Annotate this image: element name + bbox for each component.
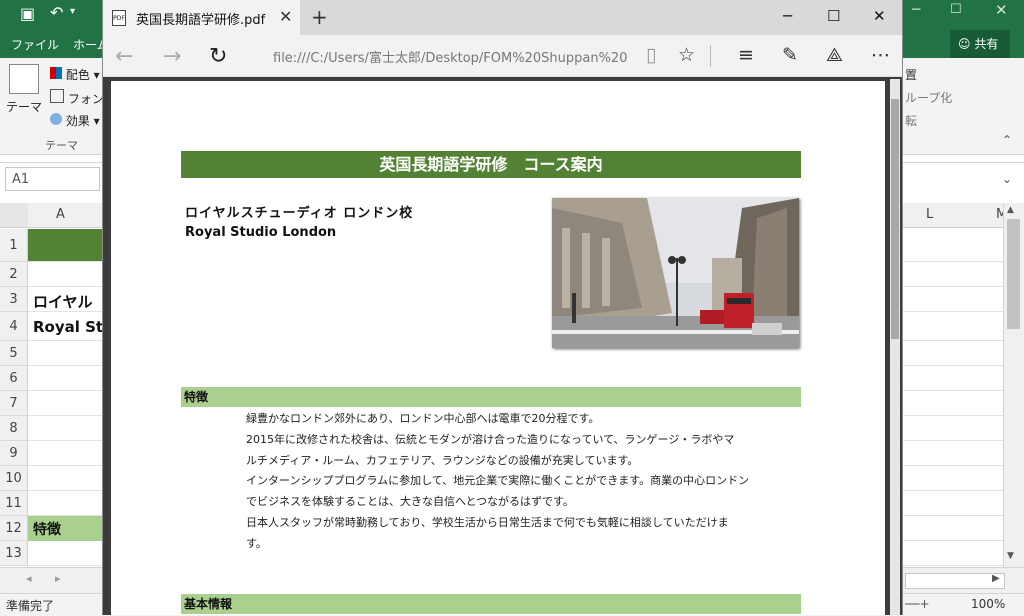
- row-header[interactable]: 10: [0, 466, 28, 491]
- theme-group-label: テーマ: [45, 139, 78, 152]
- palette-icon: [50, 67, 62, 79]
- close-window-icon[interactable]: ✕: [873, 7, 886, 25]
- tab-close-icon[interactable]: ✕: [279, 7, 292, 26]
- pdf-file-icon: PDF: [112, 10, 126, 26]
- minimize-icon[interactable]: ─: [912, 2, 920, 18]
- theme-label: テーマ: [6, 100, 43, 114]
- row-header[interactable]: 8: [0, 416, 28, 441]
- undo-dropdown-icon[interactable]: ▾: [70, 6, 75, 17]
- save-icon[interactable]: ▣: [20, 4, 35, 23]
- browser-window: PDF 英国長期語学研修.pdf ✕ + ─ ☐ ✕ ← → ↻ file://…: [102, 0, 903, 615]
- vertical-scrollbar[interactable]: ▲ ▼: [1003, 203, 1024, 567]
- hub-icon[interactable]: ≡: [738, 44, 754, 66]
- document-title: 英国長期語学研修 コース案内: [181, 151, 801, 178]
- refresh-icon[interactable]: ↻: [209, 44, 227, 69]
- scroll-thumb[interactable]: [1007, 219, 1020, 329]
- favorite-star-icon[interactable]: ☆: [678, 44, 695, 66]
- street-photo-image: [552, 198, 799, 348]
- horizontal-scrollbar[interactable]: [905, 573, 1005, 589]
- column-header-a[interactable]: A: [56, 207, 65, 222]
- more-icon[interactable]: ⋯: [871, 44, 890, 66]
- row-header[interactable]: 2: [0, 262, 28, 287]
- expand-formula-icon[interactable]: ⌄: [1002, 172, 1012, 186]
- theme-button[interactable]: テーマ: [6, 64, 42, 128]
- browser-title-bar: PDF 英国長期語学研修.pdf ✕ + ─ ☐ ✕: [103, 0, 902, 35]
- row-header[interactable]: 11: [0, 491, 28, 516]
- pdf-viewer: 英国長期語学研修 コース案内 ロイヤルスチューディオ ロンドン校 Royal S…: [103, 77, 902, 615]
- new-tab-icon[interactable]: +: [311, 5, 328, 29]
- close-icon[interactable]: ✕: [995, 1, 1008, 19]
- row-header[interactable]: 5: [0, 341, 28, 366]
- colors-label: 配色: [65, 68, 90, 82]
- address-bar[interactable]: file:///C:/Users/富士太郎/Desktop/FOM%20Shup…: [273, 47, 627, 66]
- back-icon[interactable]: ←: [115, 44, 133, 69]
- features-section-header: 特徴: [181, 387, 801, 407]
- features-text: 緑豊かなロンドン郊外にあり、ロンドン中心部へは電車で20分程です。 2015年に…: [246, 409, 801, 555]
- forward-icon[interactable]: →: [163, 44, 181, 69]
- row-header[interactable]: 7: [0, 391, 28, 416]
- colors-button[interactable]: 配色 ▾: [50, 66, 100, 83]
- font-icon: [50, 89, 64, 103]
- tab-title: 英国長期語学研修.pdf: [136, 13, 266, 28]
- zoom-level[interactable]: 100%: [971, 597, 1005, 611]
- restore-icon[interactable]: ☐: [950, 2, 962, 17]
- row-header[interactable]: 1: [0, 229, 28, 262]
- school-name-jp: ロイヤルスチューディオ ロンドン校: [185, 206, 414, 221]
- scroll-down-icon[interactable]: ▼: [1007, 551, 1014, 561]
- share-label: 共有: [974, 37, 999, 51]
- row-header[interactable]: 3: [0, 287, 28, 312]
- cell-a12[interactable]: 特徴: [33, 519, 61, 539]
- features-line: 2015年に改修された校舎は、伝統とモダンが溶け合った造りになっていて、ランゲー…: [246, 432, 735, 446]
- scroll-up-icon[interactable]: ▲: [1007, 205, 1014, 215]
- reading-view-icon[interactable]: ▯: [646, 44, 656, 66]
- toolbar-separator: [710, 45, 711, 67]
- features-line: ルチメディア・ルーム、カフェテリア、ラウンジなどの設備が充実しています。: [246, 453, 639, 467]
- browser-tab[interactable]: PDF 英国長期語学研修.pdf ✕: [103, 0, 300, 35]
- minimize-icon[interactable]: ─: [783, 7, 792, 25]
- name-box[interactable]: A1: [5, 167, 100, 191]
- undo-icon[interactable]: ↶: [50, 3, 63, 22]
- collapse-ribbon-icon[interactable]: ⌃: [1002, 133, 1012, 147]
- share-button[interactable]: ☺ 共有: [950, 30, 1010, 58]
- zoom-slider-icon[interactable]: ──+: [905, 597, 930, 611]
- ribbon-right-item-3[interactable]: 転: [905, 112, 917, 129]
- pdf-scroll-thumb[interactable]: [891, 99, 899, 339]
- basic-info-section-header: 基本情報: [181, 594, 801, 614]
- maximize-icon[interactable]: ☐: [827, 7, 840, 25]
- features-line: でビジネスを体験することは、大きな自信へとつながるはずです。: [246, 495, 574, 509]
- london-street-photo: [552, 198, 799, 348]
- features-line: 緑豊かなロンドン郊外にあり、ロンドン中心部へは電車で20分程です。: [246, 412, 600, 425]
- web-note-icon[interactable]: ✎: [782, 44, 798, 66]
- scroll-right-icon[interactable]: ▶: [992, 573, 1000, 584]
- row-header[interactable]: 9: [0, 441, 28, 466]
- effects-label: 効果: [65, 114, 90, 128]
- school-name-en: Royal Studio London: [185, 225, 337, 240]
- row-header[interactable]: 12: [0, 516, 28, 541]
- features-line: インターンシッププログラムに参加して、地元企業で実際に働くことができます。商業の…: [246, 474, 750, 488]
- features-line: す。: [246, 536, 267, 550]
- person-icon: ☺: [958, 37, 971, 51]
- effects-icon: [50, 113, 62, 125]
- sheet-prev-icon[interactable]: ◂: [26, 572, 32, 585]
- tab-file[interactable]: ファイル: [11, 36, 59, 53]
- cell-a4[interactable]: Royal St: [33, 318, 103, 336]
- ribbon-right-item-2[interactable]: ループ化: [905, 89, 952, 106]
- row-header[interactable]: 6: [0, 366, 28, 391]
- cell-a3[interactable]: ロイヤル: [33, 291, 93, 312]
- features-line: 日本人スタッフが常時勤務しており、学校生活から日常生活まで何でも気軽に相談してい…: [246, 515, 729, 529]
- column-header-l[interactable]: L: [926, 207, 933, 222]
- status-text: 準備完了: [6, 599, 55, 613]
- theme-icon: [9, 64, 39, 94]
- pdf-page: 英国長期語学研修 コース案内 ロイヤルスチューディオ ロンドン校 Royal S…: [111, 81, 885, 615]
- row-header[interactable]: 4: [0, 312, 28, 341]
- select-all-corner[interactable]: [0, 203, 28, 227]
- sheet-next-icon[interactable]: ▸: [55, 572, 61, 585]
- row-header[interactable]: 13: [0, 541, 28, 566]
- pdf-scrollbar[interactable]: [890, 79, 900, 615]
- effects-button[interactable]: 効果 ▾: [50, 112, 100, 129]
- browser-toolbar: ← → ↻ file:///C:/Users/富士太郎/Desktop/FOM%…: [103, 35, 902, 77]
- ribbon-right-item-1[interactable]: 置: [905, 66, 917, 83]
- share-icon[interactable]: ⟁: [826, 44, 843, 66]
